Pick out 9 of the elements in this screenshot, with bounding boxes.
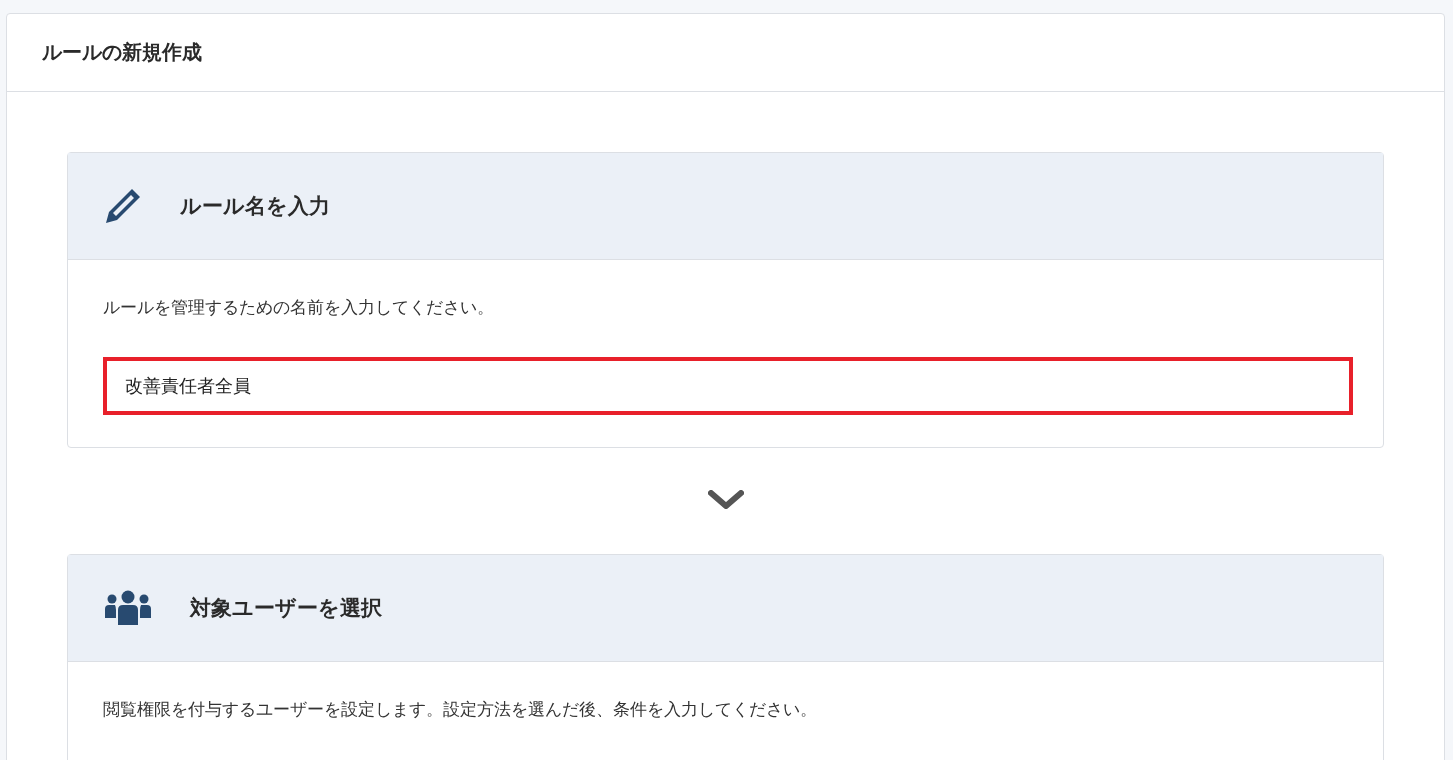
step-title: 対象ユーザーを選択 xyxy=(190,595,382,622)
pencil-icon xyxy=(104,187,142,225)
step-description: 閲覧権限を付与するユーザーを設定します。設定方法を選んだ後、条件を入力してください。 xyxy=(103,698,818,721)
page-title: ルールの新規作成 xyxy=(42,39,202,66)
step-title: ルール名を入力 xyxy=(180,193,330,220)
rule-name-field[interactable]: 改善責任者全員 xyxy=(103,357,1353,415)
chevron-down-icon xyxy=(707,490,744,510)
step-description: ルールを管理するための名前を入力してください。 xyxy=(103,296,495,319)
users-icon xyxy=(104,590,152,626)
